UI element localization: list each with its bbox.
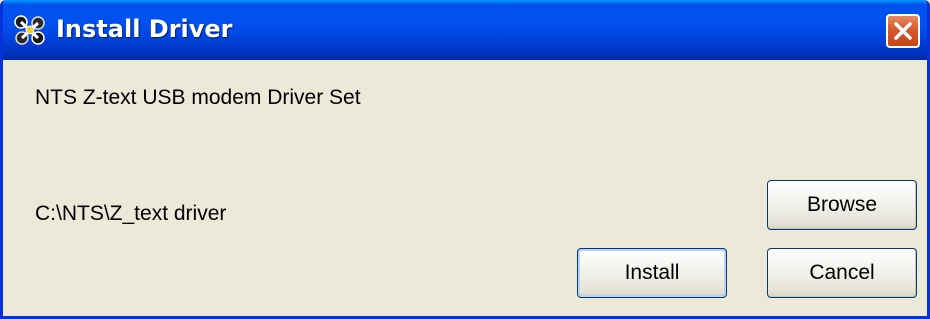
driver-set-label: NTS Z-text USB modem Driver Set	[35, 86, 361, 109]
close-button[interactable]	[886, 14, 920, 48]
browse-button[interactable]: Browse	[767, 180, 917, 230]
install-driver-dialog: Install Driver NTS Z-text USB modem Driv…	[0, 0, 930, 319]
cancel-button[interactable]: Cancel	[767, 248, 917, 298]
window-title: Install Driver	[56, 15, 233, 43]
driver-path-text: C:\NTS\Z_text driver	[35, 202, 227, 225]
install-button[interactable]: Install	[577, 248, 727, 298]
close-icon	[894, 22, 912, 40]
title-bar[interactable]: Install Driver	[3, 0, 927, 60]
driver-install-icon	[12, 14, 48, 46]
